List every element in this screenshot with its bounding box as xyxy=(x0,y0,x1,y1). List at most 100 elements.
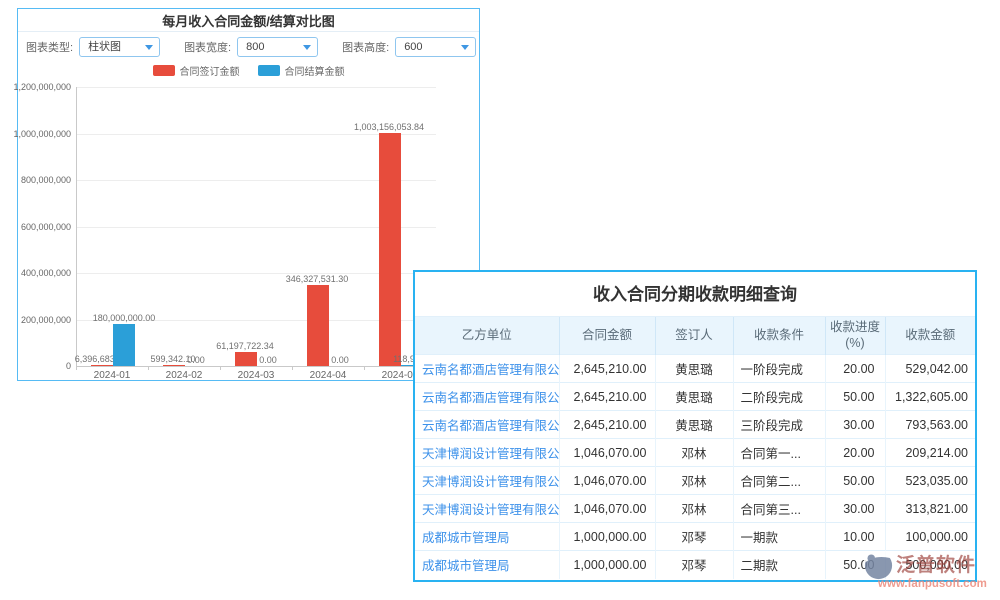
watermark-url: www.fanpusoft.com xyxy=(878,578,987,590)
party-link-cell[interactable]: 天津博润设计管理有限公司 xyxy=(415,467,559,495)
signer-cell: 邓琴 xyxy=(655,551,733,579)
table-panel: 收入合同分期收款明细查询 乙方单位合同金额签订人收款条件收款进度(%)收款金额 … xyxy=(413,270,977,582)
table-row[interactable]: 天津博润设计管理有限公司1,046,070.00邓林合同第三...30.0031… xyxy=(415,495,975,523)
y-axis-tick-label: 0 xyxy=(1,361,71,371)
progress-cell: 30.00 xyxy=(825,411,885,439)
gridline xyxy=(76,87,436,88)
table-row[interactable]: 成都城市管理局1,000,000.00邓琴一期款10.00100,000.00 xyxy=(415,523,975,551)
party-link-cell[interactable]: 云南名都酒店管理有限公司 xyxy=(415,411,559,439)
column-header: 乙方单位 xyxy=(415,317,559,355)
table-row[interactable]: 云南名都酒店管理有限公司2,645,210.00黄思璐三阶段完成30.00793… xyxy=(415,411,975,439)
signer-cell: 黄思璐 xyxy=(655,383,733,411)
bar-signed-amount[interactable] xyxy=(163,365,185,366)
column-header: 收款金额 xyxy=(885,317,975,355)
condition-cell: 合同第三... xyxy=(733,495,825,523)
contract-amount-cell: 2,645,210.00 xyxy=(559,355,655,383)
bar-value-label: 1,003,156,053.84 xyxy=(354,122,424,132)
column-header: 收款进度(%) xyxy=(825,317,885,355)
condition-cell: 二期款 xyxy=(733,551,825,579)
signer-cell: 邓林 xyxy=(655,495,733,523)
contract-amount-cell: 1,046,070.00 xyxy=(559,495,655,523)
bar-signed-amount[interactable] xyxy=(235,352,257,366)
signer-cell: 黄思璐 xyxy=(655,355,733,383)
y-axis-tick-label: 400,000,000 xyxy=(1,268,71,278)
bar-value-label: 346,327,531.30 xyxy=(286,274,349,284)
bar-signed-amount[interactable] xyxy=(91,365,113,366)
progress-cell: 20.00 xyxy=(825,439,885,467)
condition-cell: 一期款 xyxy=(733,523,825,551)
x-axis-tick-label: 2024-04 xyxy=(310,370,347,381)
y-axis-tick-label: 600,000,000 xyxy=(1,222,71,232)
data-table: 乙方单位合同金额签订人收款条件收款进度(%)收款金额 云南名都酒店管理有限公司2… xyxy=(415,316,975,579)
watermark: 泛普软件 www.fanpusoft.com xyxy=(862,548,1000,600)
x-axis-tick-label: 2024-01 xyxy=(94,370,131,381)
bar-value-label: 61,197,722.34 xyxy=(216,341,274,351)
contract-amount-cell: 1,000,000.00 xyxy=(559,523,655,551)
bar-value-label: 180,000,000.00 xyxy=(93,313,156,323)
party-link-cell[interactable]: 成都城市管理局 xyxy=(415,551,559,579)
condition-cell: 二阶段完成 xyxy=(733,383,825,411)
contract-amount-cell: 2,645,210.00 xyxy=(559,411,655,439)
condition-cell: 合同第二... xyxy=(733,467,825,495)
contract-amount-cell: 1,046,070.00 xyxy=(559,467,655,495)
progress-cell: 50.00 xyxy=(825,467,885,495)
party-link-cell[interactable]: 云南名都酒店管理有限公司 xyxy=(415,383,559,411)
condition-cell: 一阶段完成 xyxy=(733,355,825,383)
signer-cell: 邓林 xyxy=(655,439,733,467)
gridline xyxy=(76,366,436,367)
progress-cell: 30.00 xyxy=(825,495,885,523)
amount-cell: 100,000.00 xyxy=(885,523,975,551)
plot-area: 0200,000,000400,000,000600,000,000800,00… xyxy=(18,9,479,380)
table-row[interactable]: 天津博润设计管理有限公司1,046,070.00邓林合同第一...20.0020… xyxy=(415,439,975,467)
bar-signed-amount[interactable] xyxy=(307,285,329,366)
table-body: 云南名都酒店管理有限公司2,645,210.00黄思璐一阶段完成20.00529… xyxy=(415,355,975,579)
watermark-brand: 泛普软件 xyxy=(896,550,976,577)
column-header: 收款条件 xyxy=(733,317,825,355)
y-axis-tick-label: 800,000,000 xyxy=(1,175,71,185)
party-link-cell[interactable]: 天津博润设计管理有限公司 xyxy=(415,495,559,523)
bar-value-label: 0.00 xyxy=(187,355,205,365)
column-header: 签订人 xyxy=(655,317,733,355)
y-axis-tick-label: 1,000,000,000 xyxy=(1,129,71,139)
party-link-cell[interactable]: 云南名都酒店管理有限公司 xyxy=(415,355,559,383)
progress-cell: 10.00 xyxy=(825,523,885,551)
bar-value-label: 0.00 xyxy=(259,355,277,365)
y-axis-tick-label: 200,000,000 xyxy=(1,315,71,325)
fanpu-logo-icon xyxy=(864,551,893,580)
contract-amount-cell: 1,000,000.00 xyxy=(559,551,655,579)
axis-tick xyxy=(292,366,293,370)
condition-cell: 合同第一... xyxy=(733,439,825,467)
progress-cell: 20.00 xyxy=(825,355,885,383)
party-link-cell[interactable]: 天津博润设计管理有限公司 xyxy=(415,439,559,467)
amount-cell: 523,035.00 xyxy=(885,467,975,495)
x-axis-tick-label: 2024-03 xyxy=(238,370,275,381)
axis-tick xyxy=(364,366,365,370)
contract-amount-cell: 1,046,070.00 xyxy=(559,439,655,467)
bar-settled-amount[interactable] xyxy=(113,324,135,366)
column-header: 合同金额 xyxy=(559,317,655,355)
signer-cell: 邓琴 xyxy=(655,523,733,551)
amount-cell: 1,322,605.00 xyxy=(885,383,975,411)
bar-signed-amount[interactable] xyxy=(379,133,401,366)
x-axis-tick-label: 2024-02 xyxy=(166,370,203,381)
axis-tick xyxy=(220,366,221,370)
amount-cell: 793,563.00 xyxy=(885,411,975,439)
amount-cell: 313,821.00 xyxy=(885,495,975,523)
table-row[interactable]: 云南名都酒店管理有限公司2,645,210.00黄思璐二阶段完成50.001,3… xyxy=(415,383,975,411)
table-row[interactable]: 天津博润设计管理有限公司1,046,070.00邓林合同第二...50.0052… xyxy=(415,467,975,495)
party-link-cell[interactable]: 成都城市管理局 xyxy=(415,523,559,551)
amount-cell: 529,042.00 xyxy=(885,355,975,383)
signer-cell: 邓林 xyxy=(655,467,733,495)
table-row[interactable]: 云南名都酒店管理有限公司2,645,210.00黄思璐一阶段完成20.00529… xyxy=(415,355,975,383)
signer-cell: 黄思璐 xyxy=(655,411,733,439)
chart-panel: 每月收入合同金额/结算对比图 图表类型:柱状图图表宽度:800图表高度:600 … xyxy=(17,8,480,381)
condition-cell: 三阶段完成 xyxy=(733,411,825,439)
progress-cell: 50.00 xyxy=(825,383,885,411)
y-axis-line xyxy=(76,87,77,366)
table-title: 收入合同分期收款明细查询 xyxy=(415,272,975,316)
contract-amount-cell: 2,645,210.00 xyxy=(559,383,655,411)
amount-cell: 209,214.00 xyxy=(885,439,975,467)
axis-tick xyxy=(148,366,149,370)
axis-tick xyxy=(76,366,77,370)
y-axis-tick-label: 1,200,000,000 xyxy=(1,82,71,92)
